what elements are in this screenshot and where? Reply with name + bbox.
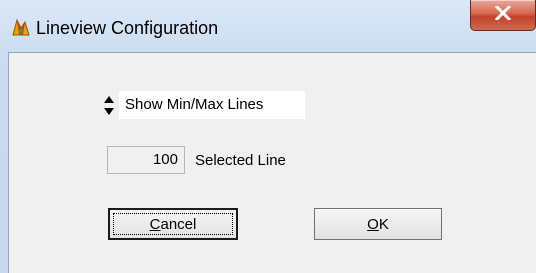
dialog-body: Show Min/Max Lines 100 Selected Line Can… [8,52,536,273]
ok-label-rest: K [378,215,389,233]
selected-line-label: Selected Line [195,152,286,169]
close-icon [494,4,512,25]
title-bar[interactable]: Lineview Configuration [0,0,536,52]
spin-down-arrow-icon[interactable] [104,108,114,115]
window-title: Lineview Configuration [36,18,219,38]
close-button[interactable] [470,0,536,31]
ok-mnemonic: O [367,215,379,233]
focus-rectangle [113,213,233,235]
dialog-window: Lineview Configuration Show Min/Max Line… [0,0,536,273]
app-icon [10,16,32,38]
mode-spinner[interactable] [103,92,115,120]
spin-up-arrow-icon[interactable] [104,96,114,103]
cancel-button[interactable]: Cancel [108,208,238,240]
ok-label: OK [367,216,389,233]
selected-line-input[interactable]: 100 [107,146,185,174]
mode-select[interactable]: Show Min/Max Lines [119,91,305,119]
ok-button[interactable]: OK [314,208,442,240]
